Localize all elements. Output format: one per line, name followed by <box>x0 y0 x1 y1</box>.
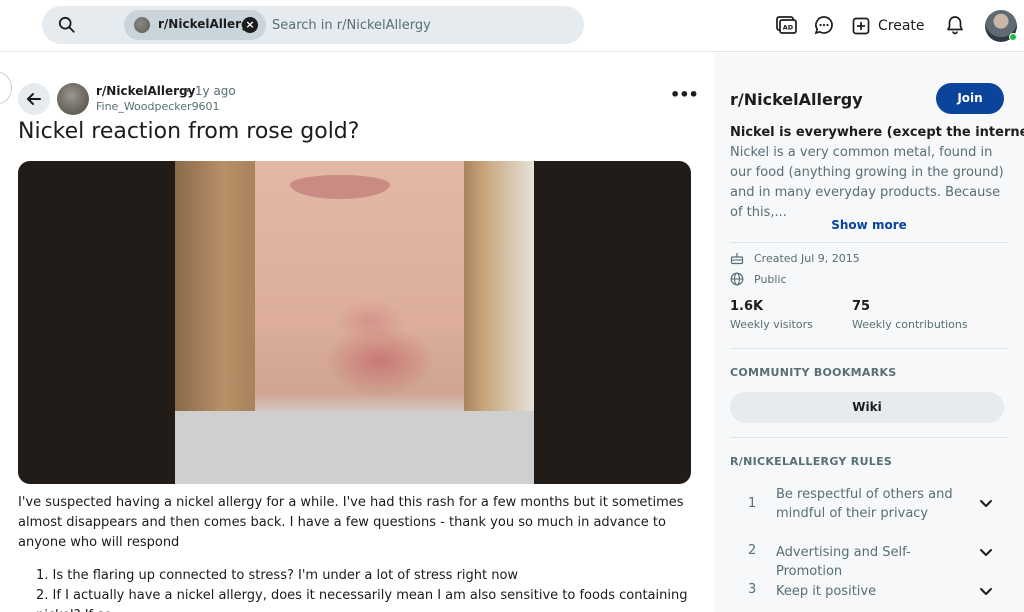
visibility-row: Public <box>730 272 787 286</box>
bookmarks-header: COMMUNITY BOOKMARKS <box>730 366 897 379</box>
community-sidebar: r/NickelAllergy Join Nickel is everywher… <box>714 53 1024 612</box>
question-list: 1. Is the flaring up connected to stress… <box>36 566 716 612</box>
weekly-visitors-count: 1.6K <box>730 299 764 314</box>
wiki-button[interactable]: Wiki <box>730 392 1004 423</box>
divider <box>730 348 1008 349</box>
close-icon[interactable]: × <box>242 17 258 33</box>
rule-number: 3 <box>748 582 757 597</box>
weekly-contributions-count: 75 <box>852 299 871 314</box>
list-item: 1. Is the flaring up connected to stress… <box>36 568 519 583</box>
online-status-indicator <box>1009 33 1017 41</box>
back-button[interactable] <box>18 83 50 115</box>
rules-header: R/NICKELALLERGY RULES <box>730 455 893 468</box>
subreddit-avatar[interactable] <box>57 83 89 115</box>
community-search-chip[interactable]: r/NickelAllergy × <box>124 10 266 40</box>
rule-number: 2 <box>748 543 757 558</box>
community-name: r/NickelAllergy <box>730 90 863 109</box>
search-icon <box>58 16 75 33</box>
globe-icon <box>730 272 744 286</box>
chevron-down-icon[interactable] <box>978 495 994 511</box>
rule-number: 1 <box>748 496 757 511</box>
photo-hair-right <box>464 161 534 421</box>
cake-icon <box>730 253 744 265</box>
rule-item[interactable]: 2 Advertising and Self-Promotion <box>730 543 1008 579</box>
rule-text: Be respectful of others and mindful of t… <box>776 487 953 521</box>
post-image[interactable] <box>18 161 691 484</box>
svg-text:AD: AD <box>783 24 794 32</box>
community-description: Nickel is a very common metal, found in … <box>730 145 1004 220</box>
rule-item[interactable]: 1 Be respectful of others and mindful of… <box>730 485 1008 525</box>
rule-text: Keep it positive <box>776 584 877 599</box>
top-header: r/NickelAllergy × AD Create <box>0 0 1024 52</box>
created-row: Created Jul 9, 2015 <box>730 251 860 265</box>
list-item: 2. If I actually have a nickel allergy, … <box>36 588 688 612</box>
show-more-button[interactable]: Show more <box>714 218 1024 232</box>
rule-text: Advertising and Self-Promotion <box>776 545 911 579</box>
created-date: Created Jul 9, 2015 <box>754 251 860 265</box>
community-tagline: Nickel is everywhere (except the interne… <box>730 125 1024 140</box>
rash-photo <box>175 161 534 484</box>
community-avatar <box>134 17 150 33</box>
visibility-label: Public <box>754 272 787 286</box>
create-label: Create <box>878 18 925 34</box>
author-link[interactable]: Fine_Woodpecker9601 <box>96 100 220 113</box>
chevron-down-icon[interactable] <box>978 544 994 560</box>
rule-item[interactable]: 3 Keep it positive <box>730 582 1008 602</box>
post-body: I've suspected having a nickel allergy f… <box>18 495 684 550</box>
post-age: • 1y ago <box>184 84 236 98</box>
weekly-contributions-label: Weekly contributions <box>852 318 968 331</box>
photo-lips <box>290 175 390 199</box>
plus-icon <box>852 17 870 35</box>
join-button[interactable]: Join <box>936 83 1004 114</box>
bell-icon[interactable] <box>944 14 966 36</box>
divider <box>730 242 1008 243</box>
post-title: Nickel reaction from rose gold? <box>18 119 360 144</box>
search-input[interactable] <box>272 15 572 35</box>
search-bar[interactable]: r/NickelAllergy × <box>42 6 584 44</box>
subreddit-link[interactable]: r/NickelAllergy <box>96 84 195 98</box>
expand-nav-button[interactable] <box>0 72 12 104</box>
chevron-down-icon[interactable] <box>978 583 994 599</box>
advertise-icon[interactable]: AD <box>775 14 797 36</box>
photo-shirt <box>175 411 534 484</box>
create-button[interactable]: Create <box>852 13 925 39</box>
chat-icon[interactable] <box>813 14 835 36</box>
arrow-left-icon <box>27 93 41 105</box>
weekly-visitors-label: Weekly visitors <box>730 318 813 331</box>
more-options-button[interactable]: ••• <box>670 87 699 108</box>
divider <box>730 437 1008 438</box>
